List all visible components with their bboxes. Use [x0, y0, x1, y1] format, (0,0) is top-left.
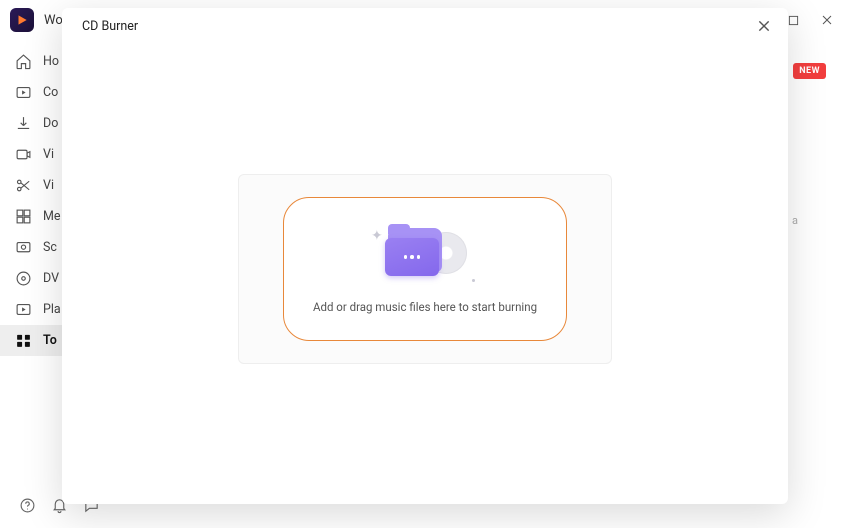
app-logo	[10, 8, 34, 32]
app-title: Wo	[44, 13, 63, 28]
maximize-icon	[788, 15, 799, 26]
new-badge: NEW	[793, 63, 826, 79]
spark-dot-icon	[472, 279, 475, 282]
sidebar-item-label: To	[43, 333, 57, 348]
sidebar-item-label: Sc	[43, 240, 57, 255]
scissors-icon	[14, 177, 32, 195]
app-window: Wo Ho Co	[0, 0, 850, 528]
player-icon	[14, 301, 32, 319]
dropzone-illustration: ✦	[371, 224, 479, 282]
home-icon	[14, 53, 32, 71]
close-icon	[821, 14, 833, 26]
play-icon	[15, 13, 29, 27]
converter-icon	[14, 84, 32, 102]
sidebar-item-label: Ho	[43, 54, 59, 69]
folder-front-icon	[385, 238, 439, 276]
dropzone-text: Add or drag music files here to start bu…	[313, 300, 537, 314]
sidebar-item-label: Vi	[43, 147, 54, 162]
help-icon	[19, 497, 36, 514]
screen-recorder-icon	[14, 239, 32, 257]
ellipsis-icon	[404, 255, 421, 259]
help-button[interactable]	[18, 496, 36, 514]
disc-icon	[14, 270, 32, 288]
modal-close-button[interactable]	[750, 12, 778, 40]
sidebar-item-label: Do	[43, 116, 58, 131]
background-faded-text: a	[792, 214, 798, 227]
dropzone-outer: ✦ Add or drag music files here to start …	[238, 174, 612, 364]
sidebar-item-label: Me	[43, 209, 61, 224]
sidebar-item-label: Pla	[43, 302, 61, 317]
download-icon	[14, 115, 32, 133]
sidebar-item-label: DV	[43, 271, 59, 286]
toolbox-icon	[14, 332, 32, 350]
modal-body: ✦ Add or drag music files here to start …	[62, 44, 788, 504]
merger-icon	[14, 208, 32, 226]
sparkle-icon: ✦	[371, 228, 383, 244]
sidebar-item-label: Co	[43, 85, 58, 100]
sidebar-item-label: Vi	[43, 178, 54, 193]
cd-burner-modal: CD Burner ✦	[62, 8, 788, 504]
modal-header: CD Burner	[62, 8, 788, 44]
modal-title: CD Burner	[82, 19, 138, 34]
video-icon	[14, 146, 32, 164]
window-close-button[interactable]	[810, 5, 844, 35]
dropzone[interactable]: ✦ Add or drag music files here to start …	[283, 197, 567, 341]
close-icon	[757, 19, 771, 33]
